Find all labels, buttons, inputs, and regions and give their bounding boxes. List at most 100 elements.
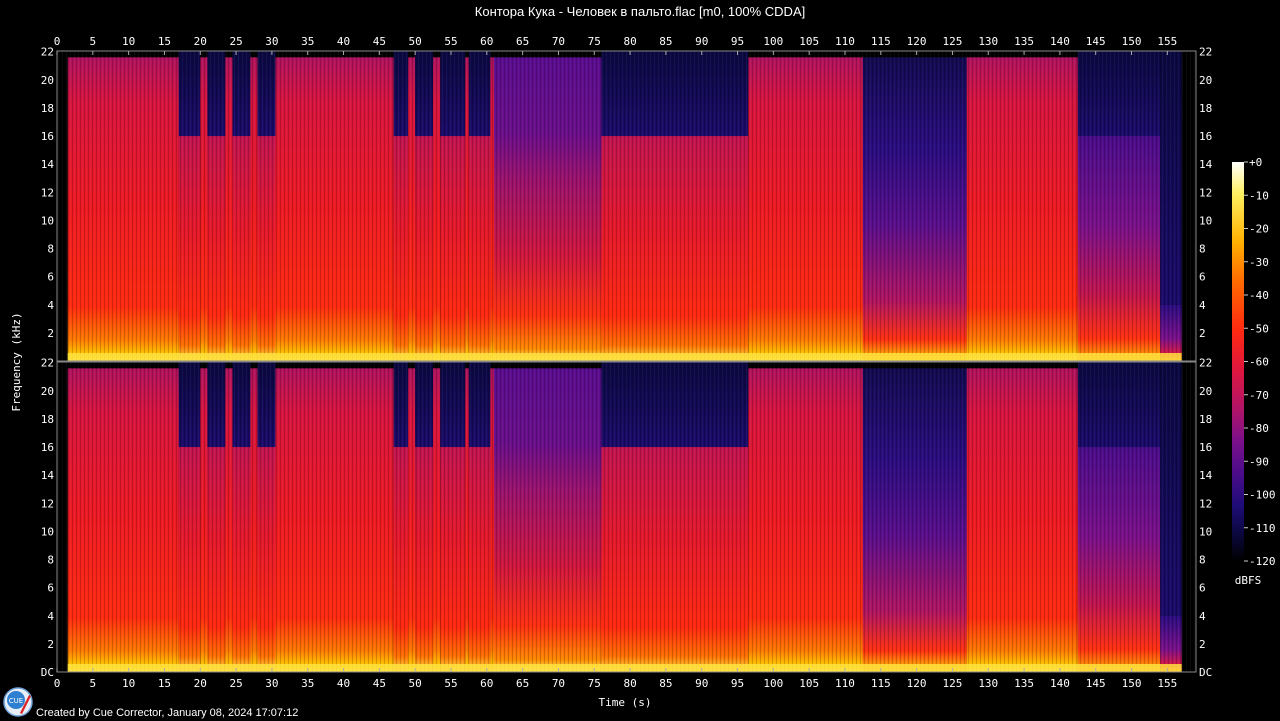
x-tick-label: 60 — [480, 677, 493, 690]
colorbar: +0 -10 -20 -30 -40 -50 -60 -70 -80 -90 -100 -110 -12… — [1232, 156, 1276, 587]
y-tick-label: 6 — [1199, 271, 1206, 284]
x-tick-label: 5 — [90, 35, 97, 48]
logo-text: CUE — [9, 697, 23, 705]
x-tick-label: 15 — [158, 677, 171, 690]
x-tick-label: 50 — [409, 677, 422, 690]
colorbar-tick-label: -60 — [1249, 356, 1269, 369]
x-tick-label: 0 — [54, 677, 61, 690]
y-tick-label: 22 — [41, 46, 54, 59]
y-tick-label: 6 — [47, 582, 54, 595]
x-tick-label: 20 — [194, 677, 207, 690]
y-tick-label: 20 — [1199, 74, 1212, 87]
x-axis-label: Time (s) — [599, 696, 652, 709]
y-tick-label: 22 — [1199, 357, 1212, 370]
y-tick-label: 20 — [41, 74, 54, 87]
x-tick-label: 20 — [194, 35, 207, 48]
x-tick-label: 135 — [1014, 35, 1034, 48]
x-tick-label: 105 — [799, 35, 819, 48]
y-tick-label: 12 — [41, 497, 54, 510]
x-tick-label: 85 — [659, 35, 672, 48]
colorbar-ticks: +0 -10 -20 -30 -40 -50 -60 -70 -80 -90 -100 -110 -12… — [1244, 156, 1276, 568]
y-tick-label: 14 — [41, 158, 55, 171]
colorbar-tick-label: -100 — [1249, 489, 1276, 502]
y-tick-label: 8 — [1199, 243, 1206, 256]
x-tick-label: 75 — [588, 677, 601, 690]
x-tick-label: 120 — [907, 35, 927, 48]
x-tick-label: 15 — [158, 35, 171, 48]
x-tick-label: 50 — [409, 35, 422, 48]
colorbar-tick-label: -120 — [1249, 555, 1276, 568]
x-tick-label: 25 — [229, 677, 242, 690]
y-tick-label: 14 — [1199, 158, 1213, 171]
x-tick-label: 35 — [301, 35, 314, 48]
x-tick-label: 45 — [373, 677, 386, 690]
y-tick-label: 10 — [1199, 214, 1212, 227]
colorbar-tick-label: -90 — [1249, 455, 1269, 468]
x-tick-label: 25 — [229, 35, 242, 48]
colorbar-tick-label: -110 — [1249, 522, 1276, 535]
y-tick-label: 18 — [41, 413, 54, 426]
y-tick-label: 20 — [1199, 385, 1212, 398]
y-tick-label: 20 — [41, 385, 54, 398]
y-tick-label: 6 — [1199, 582, 1206, 595]
y-tick-label: 4 — [47, 299, 54, 312]
y-tick-label: 12 — [1199, 497, 1212, 510]
x-tick-label: 110 — [835, 35, 855, 48]
x-tick-label: 80 — [623, 35, 636, 48]
y-tick-label: DC — [1199, 666, 1212, 679]
x-tick-label: 135 — [1014, 677, 1034, 690]
x-tick-label: 5 — [90, 677, 97, 690]
x-tick-label: 125 — [943, 35, 963, 48]
y-tick-label: 4 — [47, 610, 54, 623]
y-tick-label: 2 — [47, 327, 54, 340]
y-tick-label: 2 — [47, 638, 54, 651]
x-tick-label: 150 — [1122, 677, 1142, 690]
y-tick-label: 4 — [1199, 299, 1206, 312]
colorbar-tick-label: -80 — [1249, 422, 1269, 435]
x-tick-label: 10 — [122, 35, 135, 48]
y-tick-label: 14 — [41, 469, 55, 482]
channel-2-spectrogram — [57, 362, 1196, 672]
x-tick-label: 85 — [659, 677, 672, 690]
y-tick-label: 12 — [41, 186, 54, 199]
x-tick-label: 145 — [1086, 677, 1106, 690]
x-tick-label: 95 — [731, 677, 744, 690]
y-tick-label: 8 — [47, 554, 54, 567]
x-tick-label: 65 — [516, 35, 529, 48]
x-tick-label: 45 — [373, 35, 386, 48]
x-tick-label: 35 — [301, 677, 314, 690]
x-tick-label: 125 — [943, 677, 963, 690]
spectrum-texture — [57, 51, 1196, 361]
y-tick-label: 12 — [1199, 186, 1212, 199]
low-frequency-band — [67, 353, 1182, 361]
x-tick-label: 30 — [265, 677, 278, 690]
colorbar-tick-label: -70 — [1249, 389, 1269, 402]
y-tick-label: 8 — [47, 243, 54, 256]
colorbar-tick-label: -10 — [1249, 189, 1269, 202]
colorbar-tick-label: +0 — [1249, 156, 1262, 169]
colorbar-tick-label: -40 — [1249, 289, 1269, 302]
y-tick-label: 6 — [47, 271, 54, 284]
x-tick-label: 40 — [337, 35, 350, 48]
x-tick-label: 115 — [871, 35, 891, 48]
y-tick-label: 16 — [41, 441, 54, 454]
x-tick-label: 130 — [978, 35, 998, 48]
x-tick-label: 130 — [978, 677, 998, 690]
y-tick-label: 10 — [41, 525, 54, 538]
cue-corrector-logo-icon: CUE — [3, 687, 33, 717]
x-tick-label: 55 — [444, 677, 457, 690]
x-tick-label: 110 — [835, 677, 855, 690]
low-frequency-band — [67, 664, 1182, 672]
y-tick-label: 18 — [41, 102, 54, 115]
x-tick-label: 40 — [337, 677, 350, 690]
y-tick-label: 18 — [1199, 413, 1212, 426]
y-tick-label: 18 — [1199, 102, 1212, 115]
x-tick-label: 100 — [763, 677, 783, 690]
y-tick-label: 10 — [1199, 525, 1212, 538]
x-tick-label: 155 — [1157, 35, 1177, 48]
footer-credit: Created by Cue Corrector, January 08, 20… — [36, 707, 299, 719]
x-tick-label: 155 — [1157, 677, 1177, 690]
x-tick-label: 55 — [444, 35, 457, 48]
y-tick-label: 8 — [1199, 554, 1206, 567]
x-tick-label: 150 — [1122, 35, 1142, 48]
